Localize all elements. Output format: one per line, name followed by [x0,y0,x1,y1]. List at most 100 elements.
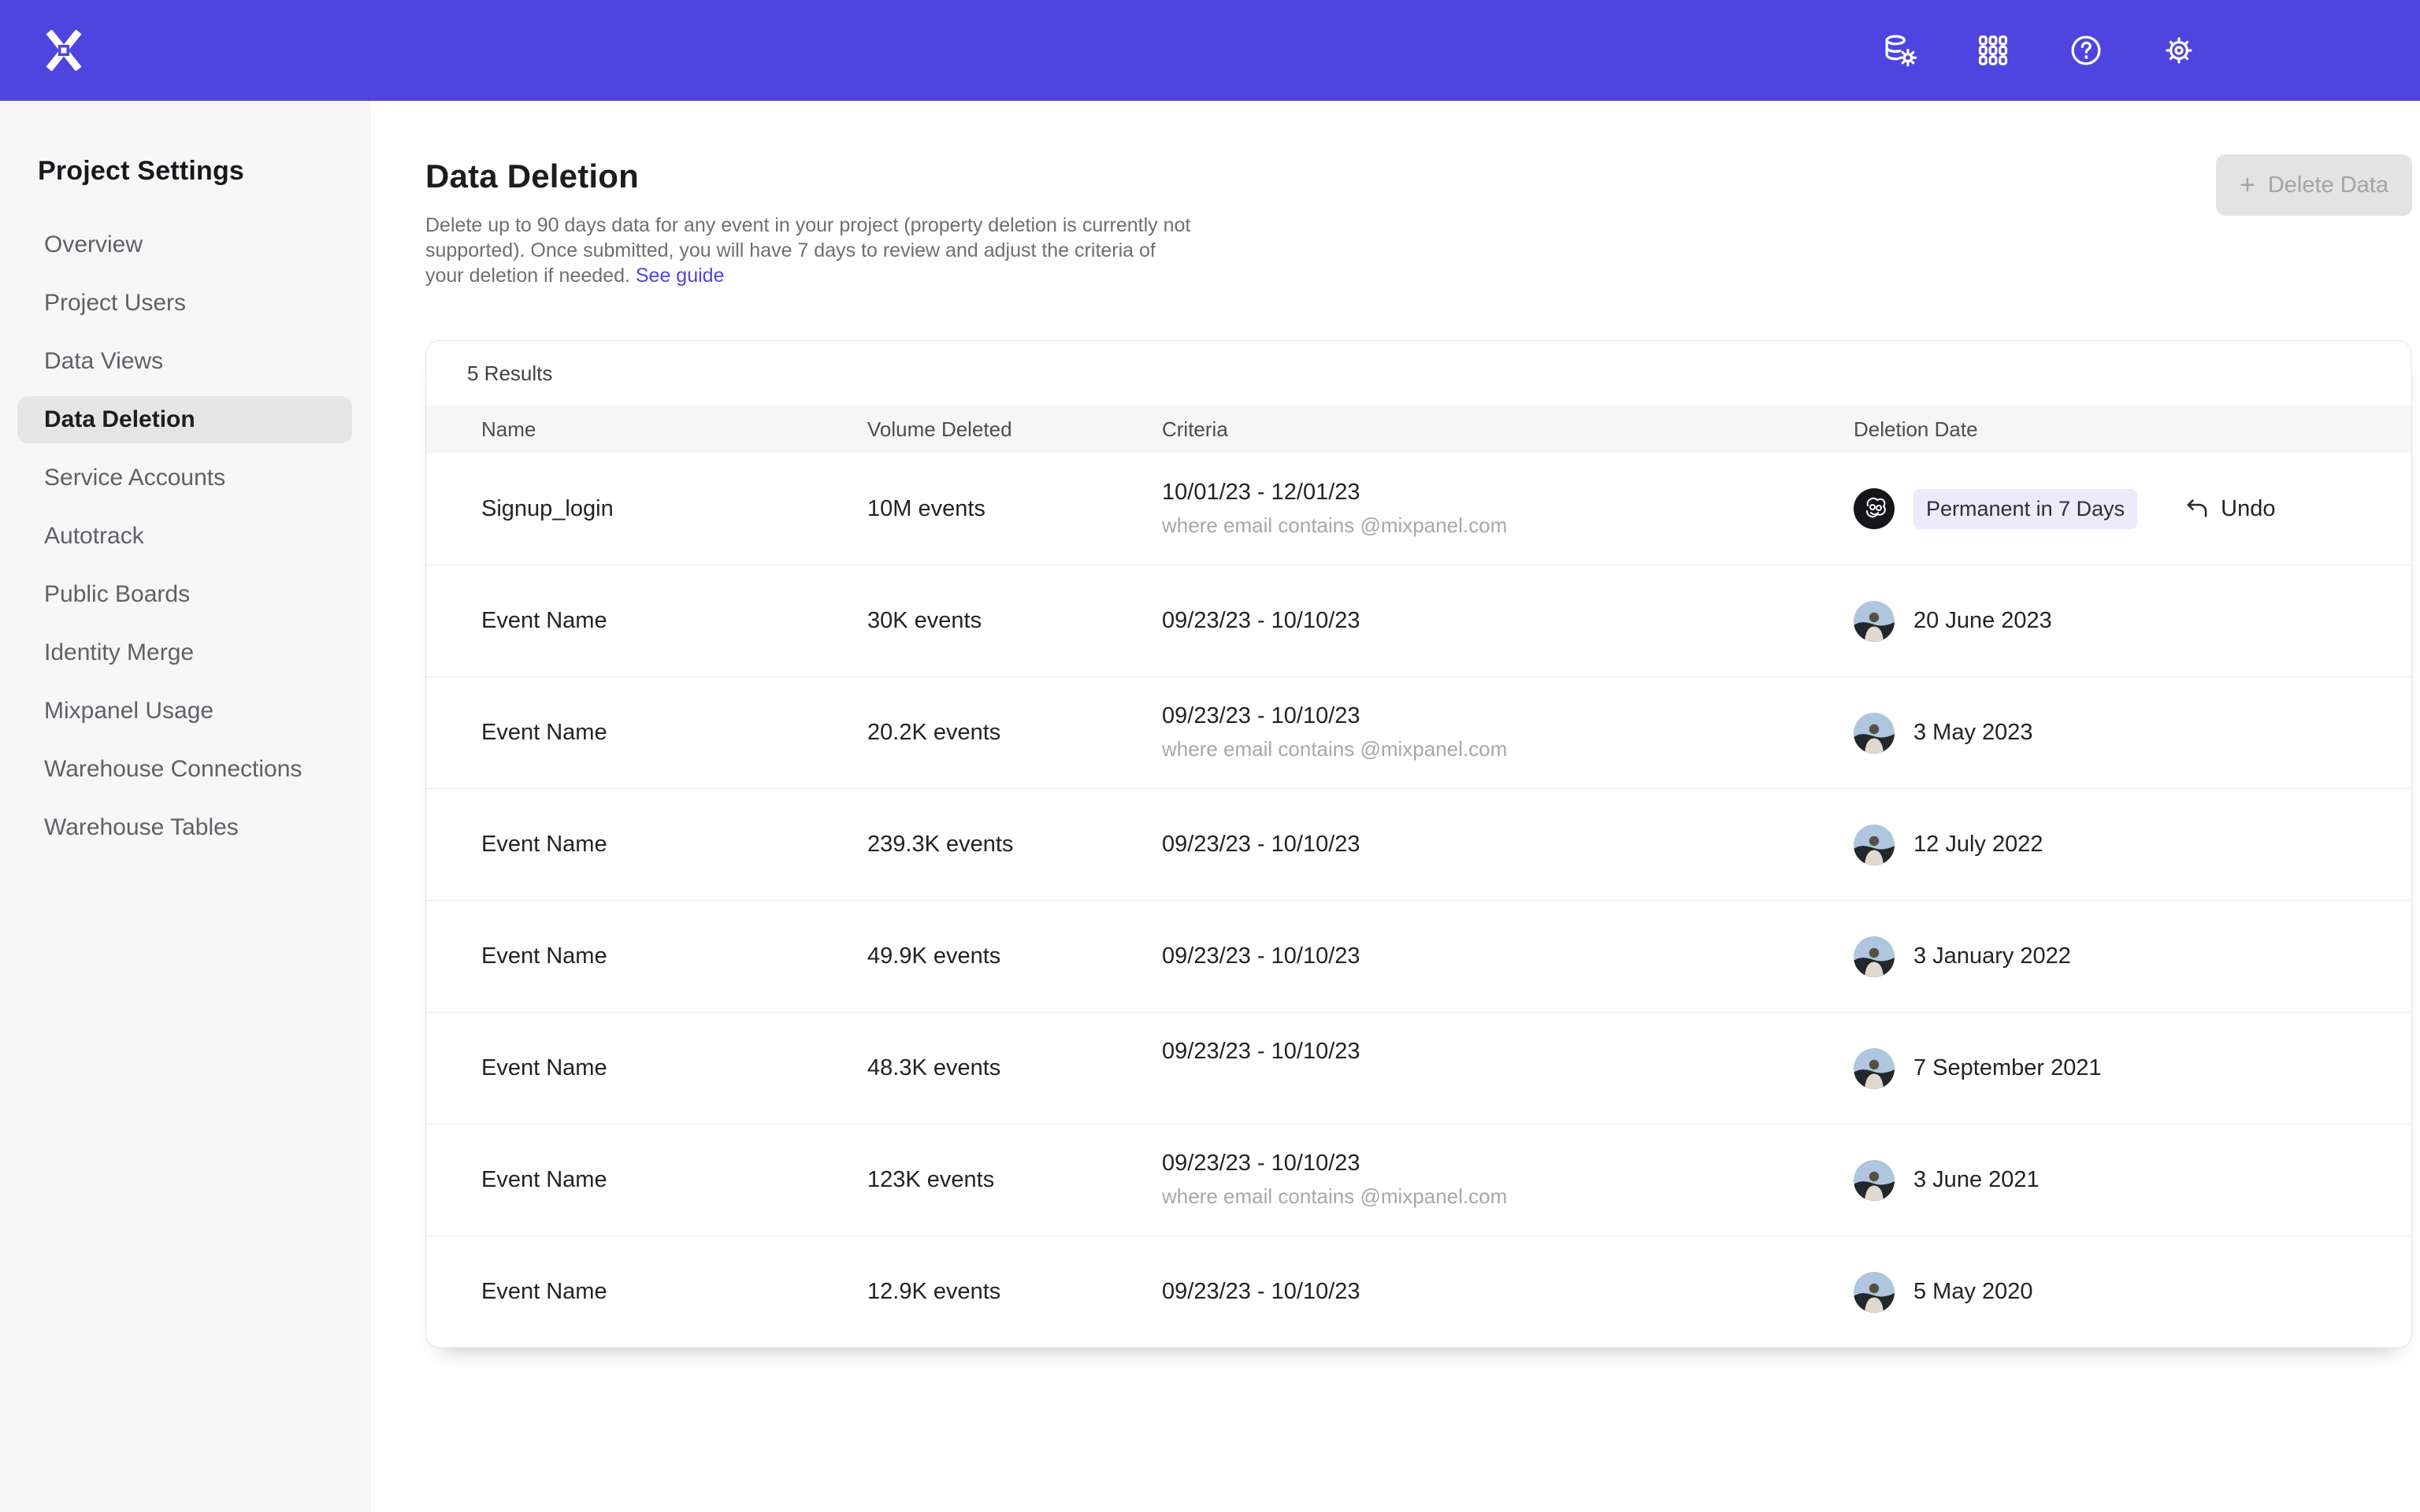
deletion-date: 3 June 2021 [1913,1167,2040,1193]
see-guide-link[interactable]: See guide [636,265,725,287]
sidebar-item-public-boards[interactable]: Public Boards [17,571,352,618]
criteria-cell: 09/23/23 - 10/10/23 [1162,832,1854,858]
deletion-date: 3 January 2022 [1913,943,2071,969]
table-row: Signup_login 10M events 10/01/23 - 12/01… [426,453,2411,565]
sidebar-item-identity-merge[interactable]: Identity Merge [17,629,352,676]
criteria-cell: 09/23/23 - 10/10/23 [1162,1279,1854,1305]
mixpanel-logo[interactable] [45,30,83,71]
volume-deleted: 30K events [867,608,1162,634]
volume-deleted: 49.9K events [867,943,1162,969]
event-name: Event Name [481,1055,867,1081]
sidebar-item-overview[interactable]: Overview [17,221,352,269]
volume-deleted: 20.2K events [867,720,1162,746]
sidebar-item-mixpanel-usage[interactable]: Mixpanel Usage [17,687,352,735]
volume-deleted: 239.3K events [867,832,1162,858]
user-avatar [1854,825,1895,865]
criteria-filter [1162,1071,1854,1098]
volume-deleted: 123K events [867,1167,1162,1193]
deletion-date-cell: 3 January 2022 [1854,936,2411,977]
user-avatar [1854,1272,1895,1313]
criteria-filter: where email contains @mixpanel.com [1162,512,1854,539]
sidebar-item-warehouse-connections[interactable]: Warehouse Connections [17,746,352,793]
criteria-range: 09/23/23 - 10/10/23 [1162,1151,1854,1177]
sidebar-item-data-views[interactable]: Data Views [17,338,352,385]
delete-data-button[interactable]: + Delete Data [2216,154,2412,216]
criteria-range: 09/23/23 - 10/10/23 [1162,703,1854,729]
sidebar: Project Settings Overview Project Users … [0,101,370,1512]
page-description-text: Delete up to 90 days data for any event … [425,214,1190,287]
criteria-cell: 09/23/23 - 10/10/23 where email contains… [1162,703,1854,762]
event-name: Event Name [481,608,867,634]
sidebar-nav: Overview Project Users Data Views Data D… [17,221,352,851]
event-name: Event Name [481,832,867,858]
table-row: Event Name 123K events 09/23/23 - 10/10/… [426,1124,2411,1236]
event-name: Event Name [481,1167,867,1193]
column-header-name: Name [481,417,867,442]
criteria-cell: 10/01/23 - 12/01/23 where email contains… [1162,480,1854,539]
sidebar-item-project-users[interactable]: Project Users [17,280,352,327]
event-name: Event Name [481,943,867,969]
table-row: Event Name 239.3K events 09/23/23 - 10/1… [426,788,2411,900]
delete-data-button-label: Delete Data [2268,172,2388,198]
apps-grid-icon[interactable] [1974,32,2012,69]
page-title: Data Deletion [425,158,2412,195]
deletion-date-cell: Permanent in 7 Days Undo [1854,488,2411,529]
deletion-date-cell: 3 June 2021 [1854,1160,2411,1201]
sidebar-item-warehouse-tables[interactable]: Warehouse Tables [17,804,352,851]
volume-deleted: 12.9K events [867,1279,1162,1305]
criteria-filter: where email contains @mixpanel.com [1162,736,1854,762]
top-navbar [0,0,2420,101]
help-icon[interactable] [2067,32,2105,69]
event-name: Signup_login [481,496,867,522]
settings-icon[interactable] [2160,32,2198,69]
user-avatar [1854,601,1895,642]
sidebar-item-service-accounts[interactable]: Service Accounts [17,454,352,502]
criteria-range: 09/23/23 - 10/10/23 [1162,832,1854,858]
criteria-range: 09/23/23 - 10/10/23 [1162,1279,1854,1305]
undo-label: Undo [2221,496,2275,522]
main-content: Data Deletion Delete up to 90 days data … [370,101,2420,1512]
event-name: Event Name [481,720,867,746]
criteria-range: 09/23/23 - 10/10/23 [1162,608,1854,634]
navbar-icon-group [1881,32,2420,69]
table-header-row: Name Volume Deleted Criteria Deletion Da… [426,406,2411,453]
user-avatar [1854,1160,1895,1201]
plus-icon: + [2240,172,2255,198]
volume-deleted: 10M events [867,496,1162,522]
sidebar-item-data-deletion[interactable]: Data Deletion [17,396,352,443]
status-badge: Permanent in 7 Days [1913,489,2137,529]
volume-deleted: 48.3K events [867,1055,1162,1081]
table-row: Event Name 30K events 09/23/23 - 10/10/2… [426,565,2411,676]
event-name: Event Name [481,1279,867,1305]
undo-icon [2184,496,2210,521]
table-row: Event Name 48.3K events 09/23/23 - 10/10… [426,1012,2411,1124]
deletion-date: 7 September 2021 [1913,1055,2102,1081]
criteria-cell: 09/23/23 - 10/10/23 where email contains… [1162,1151,1854,1210]
criteria-cell: 09/23/23 - 10/10/23 [1162,608,1854,634]
deletion-date: 20 June 2023 [1913,608,2052,634]
column-header-volume-deleted: Volume Deleted [867,417,1162,442]
table-row: Event Name 20.2K events 09/23/23 - 10/10… [426,676,2411,788]
deletion-date-cell: 5 May 2020 [1854,1272,2411,1313]
user-avatar [1854,713,1895,754]
deletion-date: 5 May 2020 [1913,1279,2033,1305]
deletion-date: 12 July 2022 [1913,832,2043,858]
results-count: 5 Results [426,341,2411,406]
criteria-range: 09/23/23 - 10/10/23 [1162,943,1854,969]
user-avatar [1854,1048,1895,1089]
column-header-deletion-date: Deletion Date [1854,417,2411,442]
page-description: Delete up to 90 days data for any event … [425,213,1197,288]
criteria-filter: where email contains @mixpanel.com [1162,1183,1854,1210]
sidebar-item-autotrack[interactable]: Autotrack [17,513,352,560]
criteria-range: 09/23/23 - 10/10/23 [1162,1039,1854,1065]
user-avatar [1854,936,1895,977]
criteria-cell: 09/23/23 - 10/10/23 [1162,943,1854,969]
undo-button[interactable]: Undo [2184,496,2275,522]
deletion-date-cell: 7 September 2021 [1854,1048,2411,1089]
table-row: Event Name 12.9K events 09/23/23 - 10/10… [426,1236,2411,1347]
deletion-date-cell: 3 May 2023 [1854,713,2411,754]
data-management-icon[interactable] [1881,32,1919,69]
criteria-cell: 09/23/23 - 10/10/23 [1162,1039,1854,1098]
deletion-date: 3 May 2023 [1913,720,2033,746]
column-header-criteria: Criteria [1162,417,1854,442]
